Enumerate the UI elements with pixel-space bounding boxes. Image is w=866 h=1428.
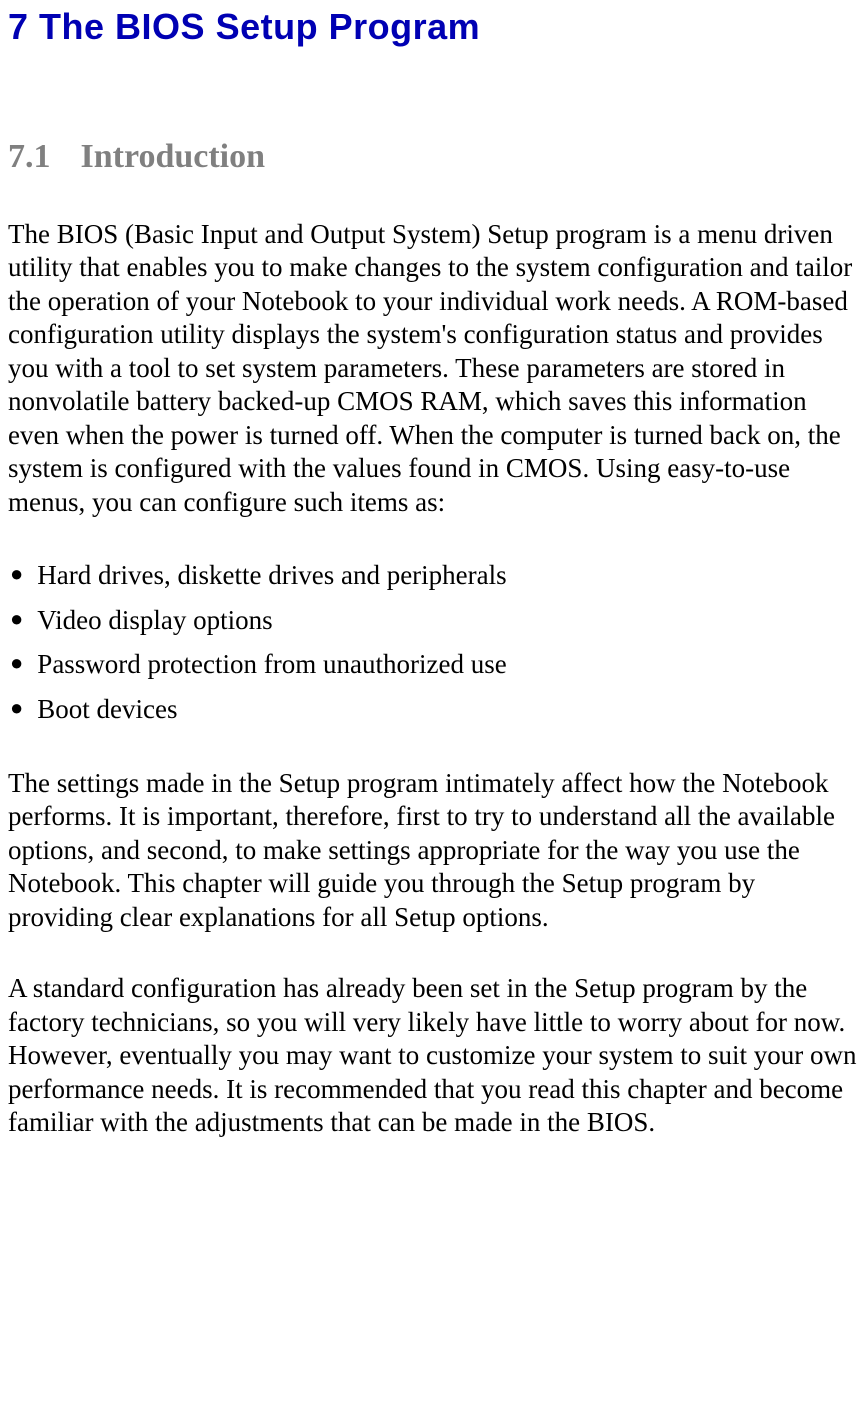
chapter-title: The BIOS Setup Program bbox=[39, 6, 480, 47]
chapter-number: 7 bbox=[8, 6, 29, 47]
bullet-list: ● Hard drives, diskette drives and perip… bbox=[8, 557, 858, 727]
bullet-icon: ● bbox=[10, 646, 23, 680]
list-item-text: Hard drives, diskette drives and periphe… bbox=[37, 557, 506, 593]
list-item: ● Password protection from unauthorized … bbox=[8, 646, 858, 682]
bullet-icon: ● bbox=[10, 557, 23, 591]
intro-paragraph: The BIOS (Basic Input and Output System)… bbox=[8, 218, 858, 519]
section-number: 7.1 bbox=[8, 138, 51, 175]
bullet-icon: ● bbox=[10, 691, 23, 725]
list-item: ● Hard drives, diskette drives and perip… bbox=[8, 557, 858, 593]
list-item: ● Boot devices bbox=[8, 691, 858, 727]
section-title: Introduction bbox=[81, 138, 266, 175]
list-item-text: Password protection from unauthorized us… bbox=[37, 646, 506, 682]
middle-paragraph: The settings made in the Setup program i… bbox=[8, 767, 858, 934]
list-item-text: Video display options bbox=[37, 602, 272, 638]
list-item-text: Boot devices bbox=[37, 691, 177, 727]
section-heading: 7.1 Introduction bbox=[8, 138, 858, 176]
list-item: ● Video display options bbox=[8, 602, 858, 638]
closing-paragraph: A standard configuration has already bee… bbox=[8, 972, 858, 1139]
bullet-icon: ● bbox=[10, 602, 23, 636]
chapter-heading: 7 The BIOS Setup Program bbox=[8, 6, 858, 48]
